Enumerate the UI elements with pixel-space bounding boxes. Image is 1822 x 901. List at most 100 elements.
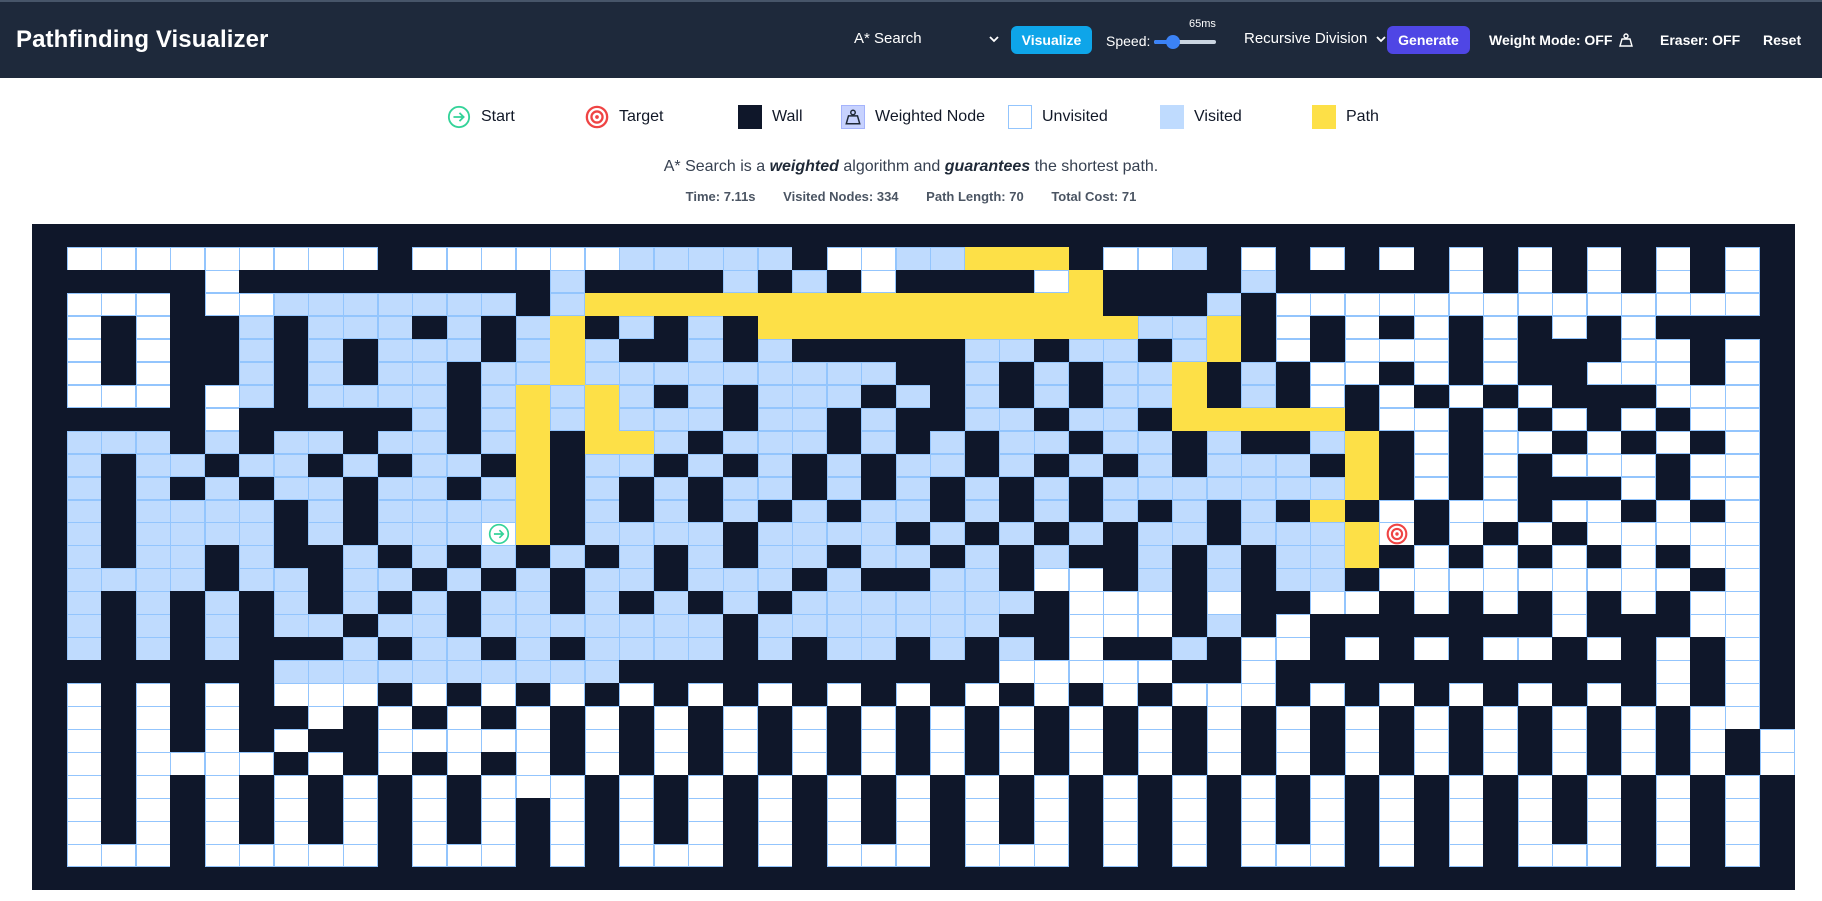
grid-cell-wall[interactable] — [446, 384, 482, 409]
grid-cell-unvisited[interactable] — [1586, 269, 1622, 294]
grid-cell-wall[interactable] — [1241, 568, 1277, 592]
grid-cell-wall[interactable] — [1448, 706, 1484, 730]
grid-cell-unvisited[interactable] — [308, 683, 344, 707]
grid-cell-wall[interactable] — [32, 384, 68, 409]
grid-cell-unvisited[interactable] — [1483, 706, 1519, 730]
grid-cell-wall[interactable] — [377, 591, 413, 615]
grid-cell-wall[interactable] — [135, 660, 171, 684]
grid-cell-unvisited[interactable] — [66, 775, 102, 799]
grid-cell-unvisited[interactable] — [861, 269, 897, 294]
grid-cell-wall[interactable] — [688, 591, 724, 615]
grid-cell-wall[interactable] — [446, 476, 482, 501]
grid-cell-wall[interactable] — [515, 866, 551, 891]
grid-cell-wall[interactable] — [1448, 453, 1484, 478]
grid-cell-unvisited[interactable] — [653, 729, 690, 753]
grid-cell-unvisited[interactable] — [1137, 752, 1173, 776]
grid-cell-visited[interactable] — [170, 568, 206, 592]
grid-cell-wall[interactable] — [653, 798, 690, 822]
grid-cell-unvisited[interactable] — [1172, 775, 1208, 799]
grid-cell-unvisited[interactable] — [1483, 338, 1519, 363]
grid-cell-wall[interactable] — [101, 637, 137, 661]
grid-cell-wall[interactable] — [1621, 683, 1657, 707]
grid-cell-wall[interactable] — [1759, 591, 1795, 615]
grid-cell-unvisited[interactable] — [1517, 522, 1553, 547]
grid-cell-wall[interactable] — [999, 568, 1035, 592]
grid-cell-unvisited[interactable] — [481, 820, 517, 845]
grid-cell-wall[interactable] — [1621, 499, 1657, 524]
grid-cell-wall[interactable] — [1275, 683, 1311, 707]
grid-cell-visited[interactable] — [273, 614, 309, 638]
grid-cell-wall[interactable] — [1586, 614, 1622, 638]
grid-cell-wall[interactable] — [1137, 269, 1173, 294]
grid-cell-visited[interactable] — [861, 430, 897, 455]
grid-cell-visited[interactable] — [273, 453, 309, 478]
grid-cell-unvisited[interactable] — [66, 315, 102, 340]
grid-cell-wall[interactable] — [964, 453, 1000, 478]
grid-cell-wall[interactable] — [1690, 820, 1726, 845]
grid-cell-wall[interactable] — [826, 407, 862, 432]
grid-cell-visited[interactable] — [688, 637, 724, 661]
grid-cell-wall[interactable] — [1379, 224, 1415, 248]
grid-cell-unvisited[interactable] — [135, 843, 171, 868]
grid-cell-unvisited[interactable] — [1344, 752, 1381, 776]
grid-cell-path[interactable] — [515, 522, 551, 547]
grid-cell-unvisited[interactable] — [204, 820, 240, 845]
grid-cell-wall[interactable] — [1414, 246, 1450, 271]
grid-cell-unvisited[interactable] — [1068, 568, 1104, 592]
grid-cell-wall[interactable] — [688, 499, 724, 524]
grid-cell-visited[interactable] — [1172, 522, 1208, 547]
grid-cell-wall[interactable] — [723, 775, 759, 799]
grid-cell-wall[interactable] — [1414, 683, 1450, 707]
grid-cell-wall[interactable] — [1621, 660, 1657, 684]
grid-cell-wall[interactable] — [1310, 866, 1346, 891]
grid-cell-wall[interactable] — [239, 614, 275, 638]
grid-cell-unvisited[interactable] — [66, 729, 102, 753]
grid-cell-wall[interactable] — [1379, 269, 1415, 294]
grid-cell-wall[interactable] — [999, 683, 1035, 707]
grid-cell-wall[interactable] — [653, 660, 690, 684]
grid-cell-wall[interactable] — [1690, 338, 1726, 363]
grid-cell-wall[interactable] — [1206, 660, 1242, 684]
grid-cell-wall[interactable] — [1586, 384, 1622, 409]
grid-cell-unvisited[interactable] — [1759, 729, 1795, 753]
grid-cell-visited[interactable] — [895, 453, 931, 478]
grid-cell-wall[interactable] — [1033, 866, 1070, 891]
grid-cell-visited[interactable] — [1275, 568, 1311, 592]
grid-cell-wall[interactable] — [895, 660, 931, 684]
grid-cell-wall[interactable] — [1344, 499, 1381, 524]
grid-cell-wall[interactable] — [550, 499, 586, 524]
grid-cell-unvisited[interactable] — [1586, 775, 1622, 799]
grid-cell-unvisited[interactable] — [1483, 361, 1519, 386]
grid-cell-wall[interactable] — [584, 224, 620, 248]
grid-cell-wall[interactable] — [964, 706, 1000, 730]
grid-cell-unvisited[interactable] — [723, 706, 759, 730]
grid-cell-unvisited[interactable] — [1724, 361, 1761, 386]
grid-cell-wall[interactable] — [1137, 407, 1173, 432]
grid-cell-path[interactable] — [550, 338, 586, 363]
grid-cell-unvisited[interactable] — [1483, 591, 1519, 615]
grid-cell-unvisited[interactable] — [1448, 820, 1484, 845]
grid-cell-visited[interactable] — [1137, 384, 1173, 409]
grid-cell-wall[interactable] — [1137, 798, 1173, 822]
grid-cell-visited[interactable] — [1137, 522, 1173, 547]
grid-cell-wall[interactable] — [1448, 430, 1484, 455]
grid-cell-wall[interactable] — [723, 224, 759, 248]
grid-cell-unvisited[interactable] — [964, 775, 1000, 799]
grid-cell-wall[interactable] — [723, 522, 759, 547]
grid-cell-wall[interactable] — [861, 338, 897, 363]
grid-cell-wall[interactable] — [550, 476, 586, 501]
grid-cell-unvisited[interactable] — [204, 752, 240, 776]
grid-cell-wall[interactable] — [1379, 729, 1415, 753]
grid-cell-visited[interactable] — [1310, 522, 1346, 547]
grid-cell-wall[interactable] — [481, 453, 517, 478]
grid-cell-unvisited[interactable] — [1206, 729, 1242, 753]
grid-cell-unvisited[interactable] — [1068, 660, 1104, 684]
grid-cell-visited[interactable] — [584, 522, 620, 547]
grid-cell-unvisited[interactable] — [1483, 568, 1519, 592]
grid-cell-wall[interactable] — [1414, 384, 1450, 409]
grid-cell-wall[interactable] — [342, 407, 379, 432]
grid-cell-wall[interactable] — [930, 407, 966, 432]
grid-cell-unvisited[interactable] — [1655, 269, 1691, 294]
grid-cell-path[interactable] — [1344, 545, 1381, 569]
grid-cell-wall[interactable] — [1379, 752, 1415, 776]
